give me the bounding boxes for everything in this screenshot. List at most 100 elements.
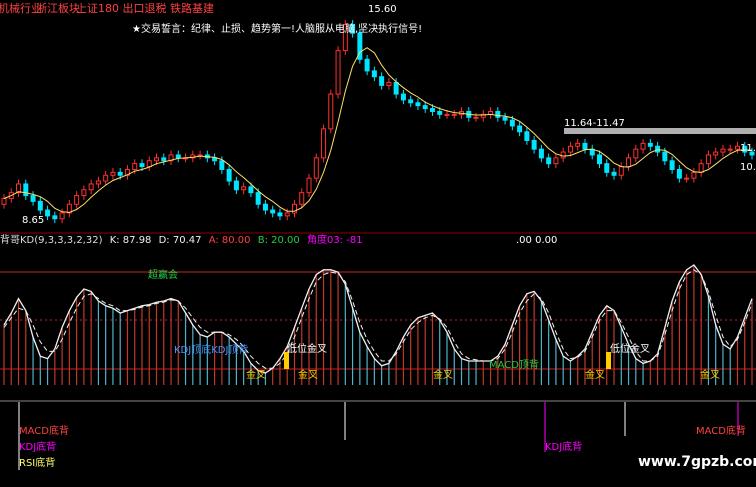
trading-slogan: ★交易誓言：纪律、止损、趋势第一!人脑服从电脑,坚决执行信号! xyxy=(132,24,423,35)
candle-body xyxy=(88,183,94,191)
candle-body xyxy=(495,110,501,118)
signal-label: RSI底背 xyxy=(19,458,56,469)
candle-body xyxy=(270,209,276,214)
d-value: D: 70.47 xyxy=(158,235,202,246)
sector-label[interactable]: 浙江板块 xyxy=(36,3,80,15)
candle-body xyxy=(604,163,610,173)
annotation: 金叉 xyxy=(433,370,453,381)
sector-label[interactable]: 上证180 出口退税 铁路基建 xyxy=(76,3,214,15)
candle-body xyxy=(328,93,334,130)
candle-body xyxy=(676,168,682,179)
candle-body xyxy=(161,157,167,162)
candle-body xyxy=(662,151,668,162)
signal-label: KDJ底背 xyxy=(545,442,583,453)
watermark: www.7gpzb.com xyxy=(638,454,756,470)
annotation: KDJ顶底KDJ顶背 xyxy=(174,345,249,356)
a-value: A: 80.00 xyxy=(208,235,251,246)
candle-body xyxy=(575,142,581,147)
signal-label: KDJ底背 xyxy=(19,442,57,453)
signal-markers xyxy=(18,352,739,470)
candle-body xyxy=(371,70,377,78)
candle-body xyxy=(611,171,617,176)
annotation: 金叉 xyxy=(585,370,605,381)
indicator-header: 背哥KD(9,3,3,3,2,32) K: 87.98 D: 70.47 A: … xyxy=(0,235,363,247)
candle-body xyxy=(212,157,218,162)
candle-body xyxy=(393,81,399,95)
candle-body xyxy=(386,81,392,86)
candle-body xyxy=(175,154,181,159)
candle-body xyxy=(720,148,726,153)
candle-body xyxy=(553,157,559,165)
annotation: 超赢会 xyxy=(148,270,178,281)
candle-body xyxy=(37,200,43,211)
signal-label: MACD底背 xyxy=(696,426,746,437)
candlesticks xyxy=(1,20,755,224)
candle-body xyxy=(734,145,740,150)
candle-body xyxy=(364,58,370,72)
b-value: B: 20.00 xyxy=(257,235,300,246)
candle-body xyxy=(52,215,58,220)
candle-body xyxy=(705,154,711,165)
candle-body xyxy=(596,154,602,165)
candle-body xyxy=(23,183,29,197)
candle-body xyxy=(531,139,537,150)
candle-body xyxy=(284,212,290,217)
annotation: MACD顶背 xyxy=(489,360,539,371)
candle-body xyxy=(306,177,312,194)
candle-body xyxy=(219,160,225,170)
candle-body xyxy=(103,174,109,182)
k-value: K: 87.98 xyxy=(109,235,152,246)
candle-body xyxy=(422,105,428,110)
candle-body xyxy=(255,192,261,205)
candle-body xyxy=(524,131,530,141)
candle-body xyxy=(502,116,508,121)
candle-body xyxy=(429,108,435,112)
candle-body xyxy=(444,113,450,116)
candle-body xyxy=(379,76,385,86)
candle-body xyxy=(74,195,80,205)
candle-body xyxy=(59,212,65,220)
right-indicator-values: .00 0.00 xyxy=(516,235,558,246)
price-low-label: 8.65 xyxy=(22,215,45,226)
candle-body xyxy=(415,102,421,107)
candle-body xyxy=(618,166,624,176)
price-high-label: 15.60 xyxy=(368,4,397,15)
candle-body xyxy=(400,93,406,101)
annotation: 金叉 xyxy=(700,370,720,381)
candle-body xyxy=(277,212,283,217)
candle-body xyxy=(321,128,327,159)
candle-body xyxy=(313,157,319,179)
right-price-label: 11.1 xyxy=(740,143,756,154)
candle-body xyxy=(117,171,123,176)
candle-body xyxy=(727,148,733,151)
candle-body xyxy=(633,148,639,159)
candle-body xyxy=(684,177,690,180)
candle-body xyxy=(262,203,268,211)
right-price-label: 10.5 xyxy=(740,162,756,173)
candle-body xyxy=(110,171,116,176)
candle-body xyxy=(560,151,566,159)
annotation: 金叉 xyxy=(246,370,266,381)
candle-body xyxy=(226,168,232,182)
signal-label: MACD底背 xyxy=(19,426,69,437)
candle-body xyxy=(1,197,7,205)
candle-body xyxy=(567,145,573,153)
candle-body xyxy=(233,180,239,191)
candle-body xyxy=(45,209,51,217)
candle-body xyxy=(132,163,138,170)
indicator-histogram xyxy=(3,265,753,385)
candle-body xyxy=(626,157,632,168)
candle-body xyxy=(154,157,160,162)
signal-vertical-lines xyxy=(18,402,739,470)
angle-value: 角度03: -81 xyxy=(306,235,363,246)
annotation: 低位金叉 xyxy=(287,344,327,355)
candle-body xyxy=(81,189,87,197)
indicator-name: 背哥KD(9,3,3,3,2,32) xyxy=(0,235,103,246)
candle-body xyxy=(647,142,653,147)
candle-body xyxy=(669,160,675,170)
candle-body xyxy=(538,148,544,159)
candle-body xyxy=(509,119,515,127)
candle-body xyxy=(248,186,254,194)
candle-body xyxy=(691,171,697,179)
candle-body xyxy=(335,50,341,95)
